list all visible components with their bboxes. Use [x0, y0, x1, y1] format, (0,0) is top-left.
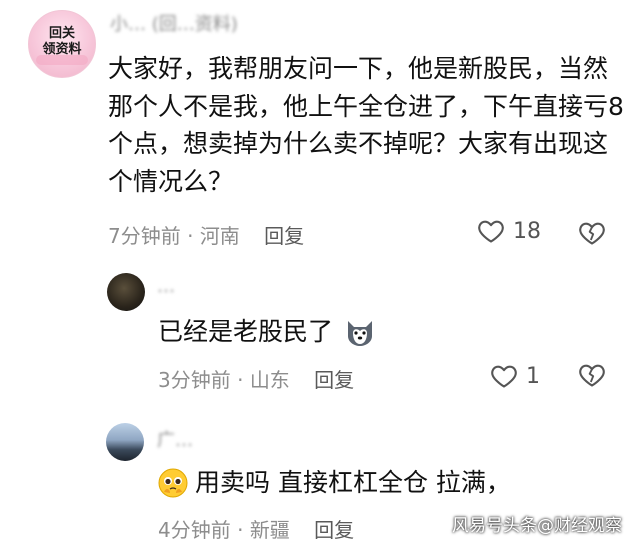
comment-location: 新疆	[249, 518, 290, 542]
avatar[interactable]	[107, 273, 145, 311]
husky-dog-emoji	[348, 321, 372, 346]
broken-heart-icon[interactable]	[578, 361, 606, 389]
comment-time: 7分钟前	[108, 224, 181, 248]
comment-location: 山东	[249, 368, 290, 392]
meta-separator: ·	[237, 518, 250, 542]
comment-author[interactable]: 广…	[157, 426, 193, 452]
watermark: 风易号头条@财经观察	[452, 516, 622, 536]
comment-author[interactable]: 小… (回…资料)	[110, 10, 238, 36]
comment-location: 河南	[199, 224, 240, 248]
reply-button[interactable]: 回复	[314, 368, 354, 392]
meta-separator: ·	[187, 224, 200, 248]
comment-meta: 4分钟前 · 新疆 回复	[158, 514, 354, 543]
reply-button[interactable]: 回复	[314, 518, 354, 542]
avatar[interactable]: 回关 领资料	[28, 10, 96, 78]
reply-button[interactable]: 回复	[264, 224, 304, 248]
like-count: 18	[513, 218, 541, 244]
avatar-text: 回关	[48, 26, 75, 41]
comment-meta: 7分钟前 · 河南 回复	[108, 220, 304, 249]
heart-outline-icon	[478, 220, 504, 243]
avatar[interactable]	[106, 423, 144, 461]
comment-time: 4分钟前	[158, 518, 231, 542]
comment-text: 已经是老股民了	[158, 317, 334, 346]
broken-heart-icon[interactable]	[578, 219, 606, 247]
avatar-decoration	[36, 55, 88, 65]
like-count: 1	[526, 363, 540, 389]
comment-meta: 3分钟前 · 山东 回复	[158, 364, 354, 393]
heart-outline-icon	[491, 365, 517, 388]
comment-author[interactable]: …	[157, 276, 175, 297]
like-button[interactable]: 18	[477, 217, 541, 245]
comment-text: 大家好，我帮朋友问一下，他是新股民，当然那个人不是我，他上午全仓进了，下午直接亏…	[108, 54, 624, 196]
comment-text: 用卖吗 直接杠杠全仓 拉满，	[195, 468, 511, 497]
pleading-face-emoji	[158, 468, 188, 498]
like-button[interactable]: 1	[490, 362, 540, 390]
meta-separator: ·	[237, 368, 250, 392]
comment-time: 3分钟前	[158, 368, 231, 392]
